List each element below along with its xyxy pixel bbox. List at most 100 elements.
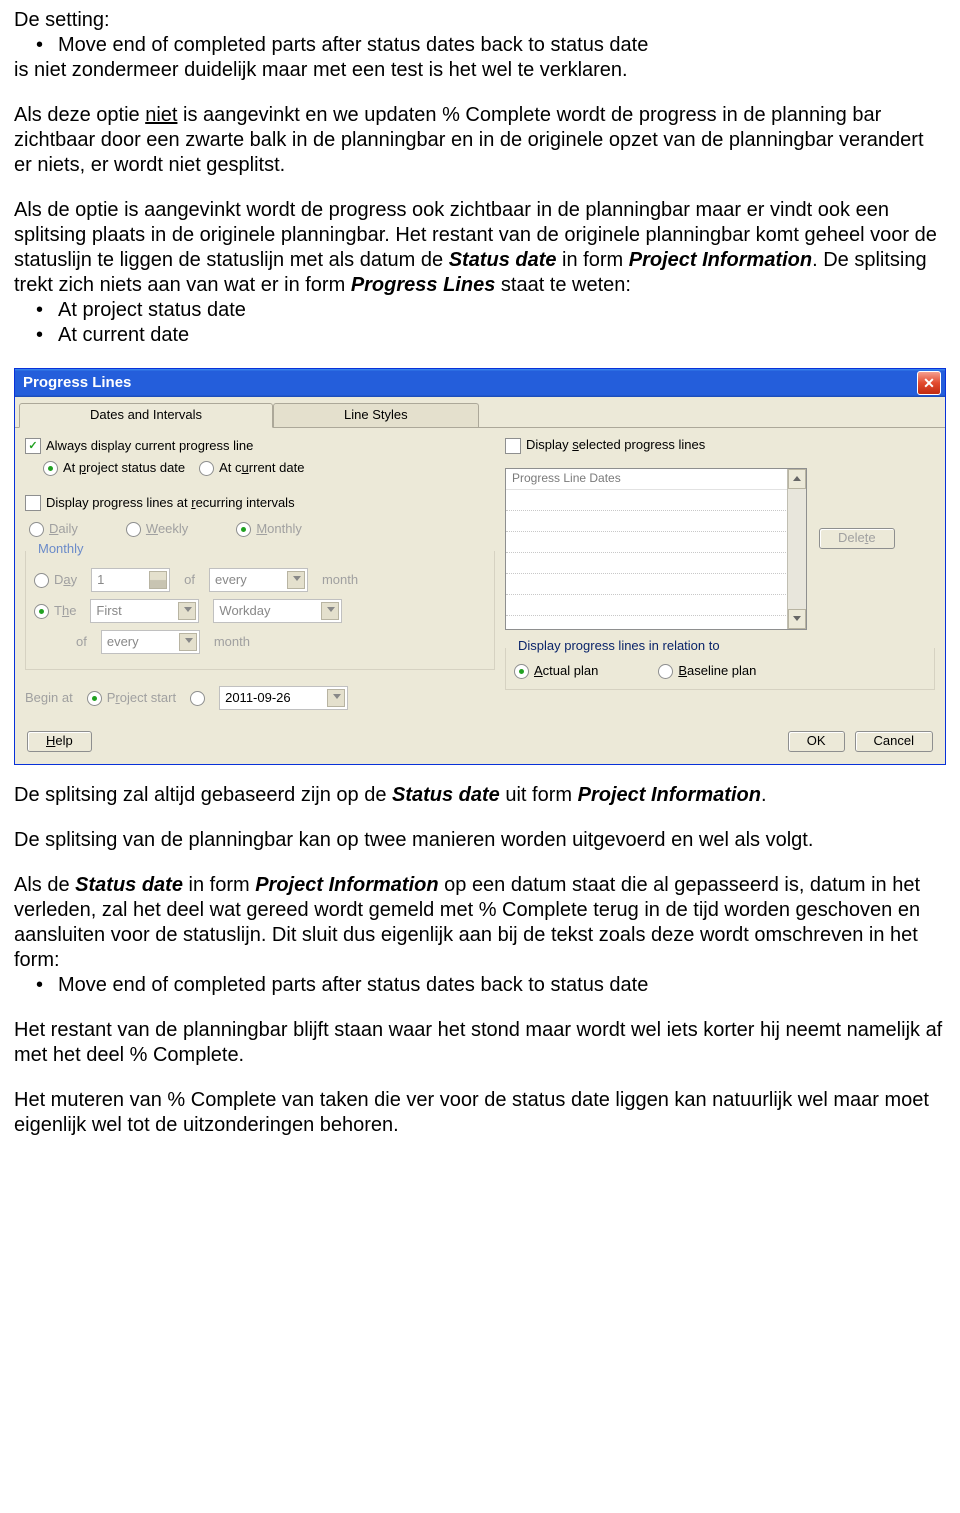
bullet-item: Move end of completed parts after status… [58, 33, 946, 58]
paragraph: De splitsing van de planningbar kan op t… [14, 828, 946, 853]
label: The [54, 604, 76, 619]
text: uit form [500, 784, 578, 806]
radio-current-date[interactable]: At current date [199, 461, 304, 476]
label: Baseline plan [678, 664, 756, 679]
label: Always display current progress line [46, 439, 253, 454]
radio-icon [658, 664, 673, 679]
radio-icon [126, 522, 141, 537]
radio-baseline-plan[interactable]: Baseline plan [658, 664, 756, 679]
checkbox-icon [25, 495, 41, 511]
relation-group: Display progress lines in relation to Ac… [505, 648, 935, 690]
label: month [322, 573, 358, 588]
paragraph-setting: De setting: Move end of completed parts … [14, 8, 946, 83]
close-button[interactable]: ✕ [917, 371, 941, 395]
radio-icon [514, 664, 529, 679]
radio-icon [190, 691, 205, 706]
radio-icon [29, 522, 44, 537]
radio-icon [43, 461, 58, 476]
list-caption: Progress Line Dates [506, 469, 806, 490]
right-pane: Display selected progress lines Progress… [505, 438, 935, 717]
spin-day: 1 [91, 568, 170, 592]
text: in form [557, 249, 629, 271]
dialog-footer: Help OK Cancel [15, 723, 945, 764]
radio-icon [87, 691, 102, 706]
label: Day [54, 573, 77, 588]
text: is niet zondermeer duidelijk maar met ee… [14, 58, 946, 83]
label: Monthly [256, 522, 302, 537]
term-project-information: Project Information [255, 874, 438, 896]
radio-the: The [34, 604, 76, 619]
combo-workday: Workday [213, 599, 342, 623]
label: Display selected progress lines [526, 438, 705, 453]
checkbox-icon [505, 438, 521, 454]
combo-begin-date: 2011-09-26 [219, 686, 348, 710]
progress-lines-dialog: Progress Lines ✕ Dates and Intervals Lin… [14, 368, 946, 765]
text: in form [183, 874, 255, 896]
scroll-up-icon [788, 469, 806, 489]
label: Weekly [146, 522, 188, 537]
tab-line-styles[interactable]: Line Styles [273, 403, 479, 427]
term-status-date: Status date [392, 784, 500, 806]
scroll-down-icon [788, 609, 806, 629]
label: Display progress lines at recurring inte… [46, 496, 295, 511]
group-legend: Monthly [34, 542, 88, 557]
text: Als de [14, 874, 75, 896]
radio-monthly: Monthly [236, 522, 302, 537]
text-underlined: niet [145, 104, 177, 126]
paragraph: Het restant van de planningbar blijft st… [14, 1018, 946, 1068]
close-icon: ✕ [923, 375, 935, 391]
radio-project-status-date[interactable]: At project status date [43, 461, 185, 476]
term-progress-lines: Progress Lines [351, 274, 496, 296]
term-status-date: Status date [449, 249, 557, 271]
text: Als deze optie [14, 104, 145, 126]
help-button[interactable]: Help [27, 731, 92, 752]
radio-project-start: Project start [87, 691, 176, 706]
checkbox-icon: ✓ [25, 438, 41, 454]
dialog-titlebar[interactable]: Progress Lines ✕ [15, 369, 945, 397]
paragraph: De splitsing zal altijd gebaseerd zijn o… [14, 783, 946, 808]
radio-day: Day [34, 573, 77, 588]
paragraph: Het muteren van % Complete van taken die… [14, 1088, 946, 1138]
radio-daily: Daily [29, 522, 78, 537]
bullet-item: Move end of completed parts after status… [58, 973, 946, 998]
radio-actual-plan[interactable]: Actual plan [514, 664, 598, 679]
scrollbar [787, 469, 806, 629]
text: staat te weten: [495, 274, 631, 296]
bullet-item: At project status date [58, 298, 946, 323]
radio-icon [34, 573, 49, 588]
label: At project status date [63, 461, 185, 476]
paragraph: Als de Status date in form Project Infor… [14, 873, 946, 998]
cancel-button[interactable]: Cancel [855, 731, 933, 752]
left-pane: ✓ Always display current progress line A… [25, 438, 495, 717]
combo-every-2: every [101, 630, 200, 654]
paragraph: Als deze optie niet is aangevinkt en we … [14, 103, 946, 178]
tab-strip: Dates and Intervals Line Styles [15, 397, 945, 428]
chk-recurring-intervals[interactable]: Display progress lines at recurring inte… [25, 495, 295, 511]
combo-first: First [90, 599, 199, 623]
chk-always-display[interactable]: ✓ Always display current progress line [25, 438, 253, 454]
chk-selected-progress-lines[interactable]: Display selected progress lines [505, 438, 705, 454]
label: Project start [107, 691, 176, 706]
term-project-information: Project Information [578, 784, 761, 806]
bullet-item: At current date [58, 323, 946, 348]
label: At current date [219, 461, 304, 476]
label-begin-at: Begin at [25, 691, 73, 706]
term-project-information: Project Information [629, 249, 812, 271]
paragraph: Als de optie is aangevinkt wordt de prog… [14, 198, 946, 348]
term-status-date: Status date [75, 874, 183, 896]
radio-icon [236, 522, 251, 537]
radio-icon [199, 461, 214, 476]
radio-weekly: Weekly [126, 522, 188, 537]
radio-icon [34, 604, 49, 619]
progress-line-dates-list: Progress Line Dates [505, 468, 807, 630]
label: Daily [49, 522, 78, 537]
tab-dates-intervals[interactable]: Dates and Intervals [19, 403, 273, 428]
group-legend: Display progress lines in relation to [514, 639, 724, 654]
label: of [76, 635, 87, 650]
text: De splitsing zal altijd gebaseerd zijn o… [14, 784, 392, 806]
combo-every: every [209, 568, 308, 592]
radio-begin-date [190, 691, 205, 706]
text: . [761, 784, 767, 806]
ok-button[interactable]: OK [788, 731, 845, 752]
text: De setting: [14, 8, 946, 33]
